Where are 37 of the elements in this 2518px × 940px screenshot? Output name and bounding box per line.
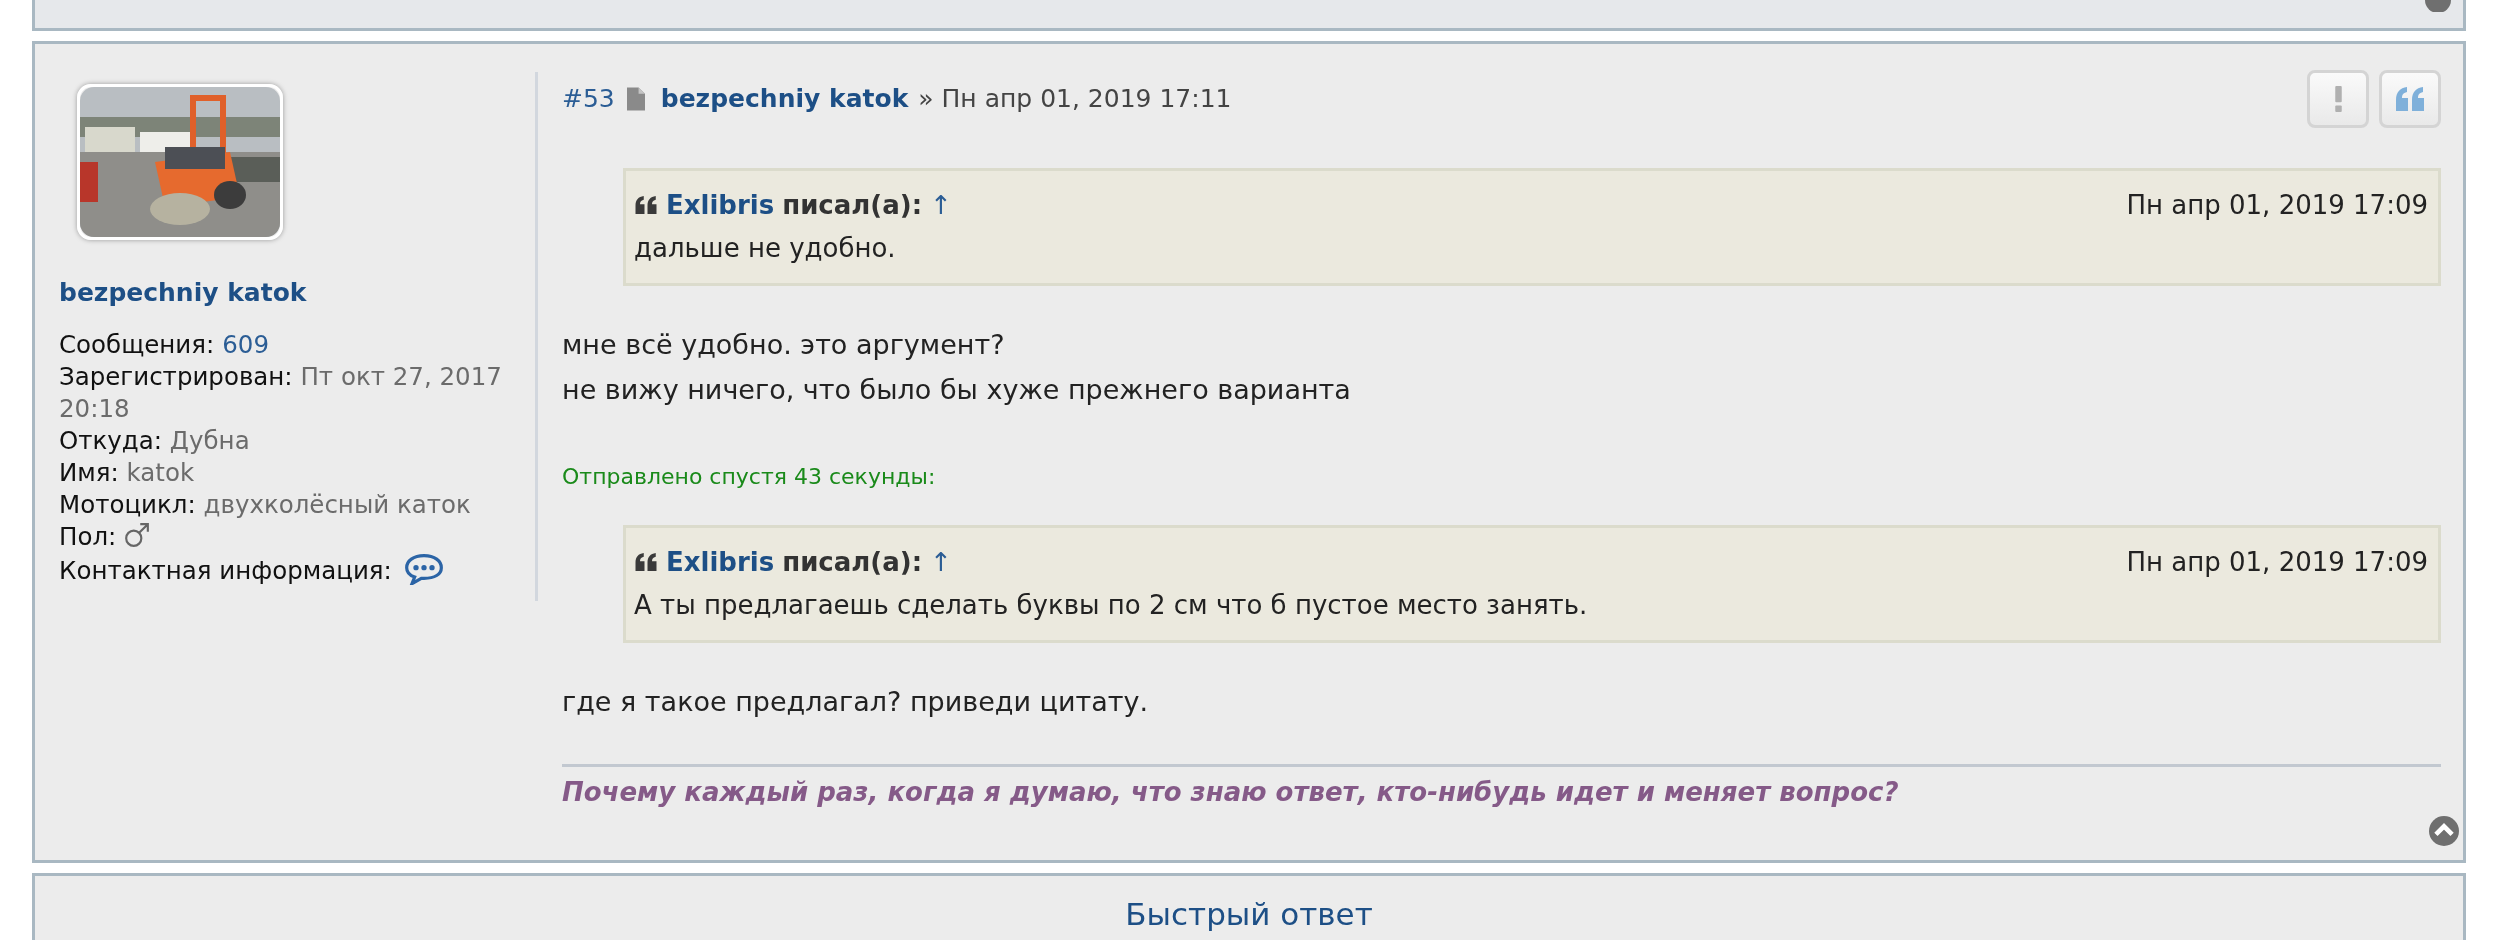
post-text: не вижу ничего, что было бы хуже прежнего варианта bbox=[562, 373, 1352, 407]
quick-reply-link[interactable]: Быстрый ответ bbox=[1125, 896, 1373, 932]
profile-field: Зарегистрирован: Пт окт 27, 2017 20:18 bbox=[59, 362, 502, 423]
post-count-link[interactable]: 609 bbox=[222, 330, 270, 359]
signature: Почему каждый раз, когда я думаю, что знаю ответ, кто-нибудь идет и меняет вопрос? bbox=[562, 777, 1900, 807]
profile-field: Мотоцикл: двухколёсный каток bbox=[59, 490, 471, 519]
separator: » bbox=[918, 84, 934, 113]
profile-field: Имя: katok bbox=[59, 458, 195, 487]
post-text: где я такое предлагал? приведи цитату. bbox=[562, 685, 1150, 719]
post-text: мне всё удобно. это аргумент? bbox=[562, 328, 1006, 362]
quote-date: Пн апр 01, 2019 17:09 bbox=[2126, 546, 2428, 579]
male-icon bbox=[124, 522, 151, 548]
post-time: Пн апр 01, 2019 17:11 bbox=[941, 84, 1232, 113]
profile-field: Откуда: Дубна bbox=[59, 426, 250, 455]
quote-text: А ты предлагаешь сделать буквы по 2 см что б пустое место занять. bbox=[634, 590, 1589, 620]
quote-author-link[interactable]: Exlibris bbox=[666, 544, 775, 580]
quote-author-link[interactable]: Exlibris bbox=[666, 187, 775, 223]
jump-to-post-link[interactable]: ↑ bbox=[930, 187, 952, 223]
quote-icon bbox=[634, 195, 658, 215]
author-link[interactable]: bezpechniy katok bbox=[660, 84, 909, 113]
profile-label: Пол: bbox=[59, 522, 117, 551]
quote-icon bbox=[2394, 86, 2426, 112]
merge-notice: Отправлено спустя 43 секунды: bbox=[562, 464, 937, 489]
post-number-link[interactable]: #53 bbox=[562, 84, 615, 113]
profile-label: Контактная информация: bbox=[59, 556, 392, 585]
jump-to-post-link[interactable]: ↑ bbox=[930, 544, 952, 580]
document-icon bbox=[626, 86, 645, 111]
exclamation-icon bbox=[2333, 86, 2343, 112]
quote-wrote-label: писал(а): bbox=[782, 189, 923, 222]
quote-date: Пн апр 01, 2019 17:09 bbox=[2126, 189, 2428, 222]
quote-text: дальше не удобно. bbox=[634, 233, 897, 263]
chat-bubble-icon[interactable] bbox=[403, 553, 444, 585]
username-link[interactable]: bezpechniy katok bbox=[59, 278, 535, 307]
quote-icon bbox=[634, 552, 658, 572]
quote-button[interactable] bbox=[2379, 70, 2441, 128]
quote-wrote-label: писал(а): bbox=[782, 546, 923, 579]
profile-label: Сообщения: bbox=[59, 330, 215, 359]
